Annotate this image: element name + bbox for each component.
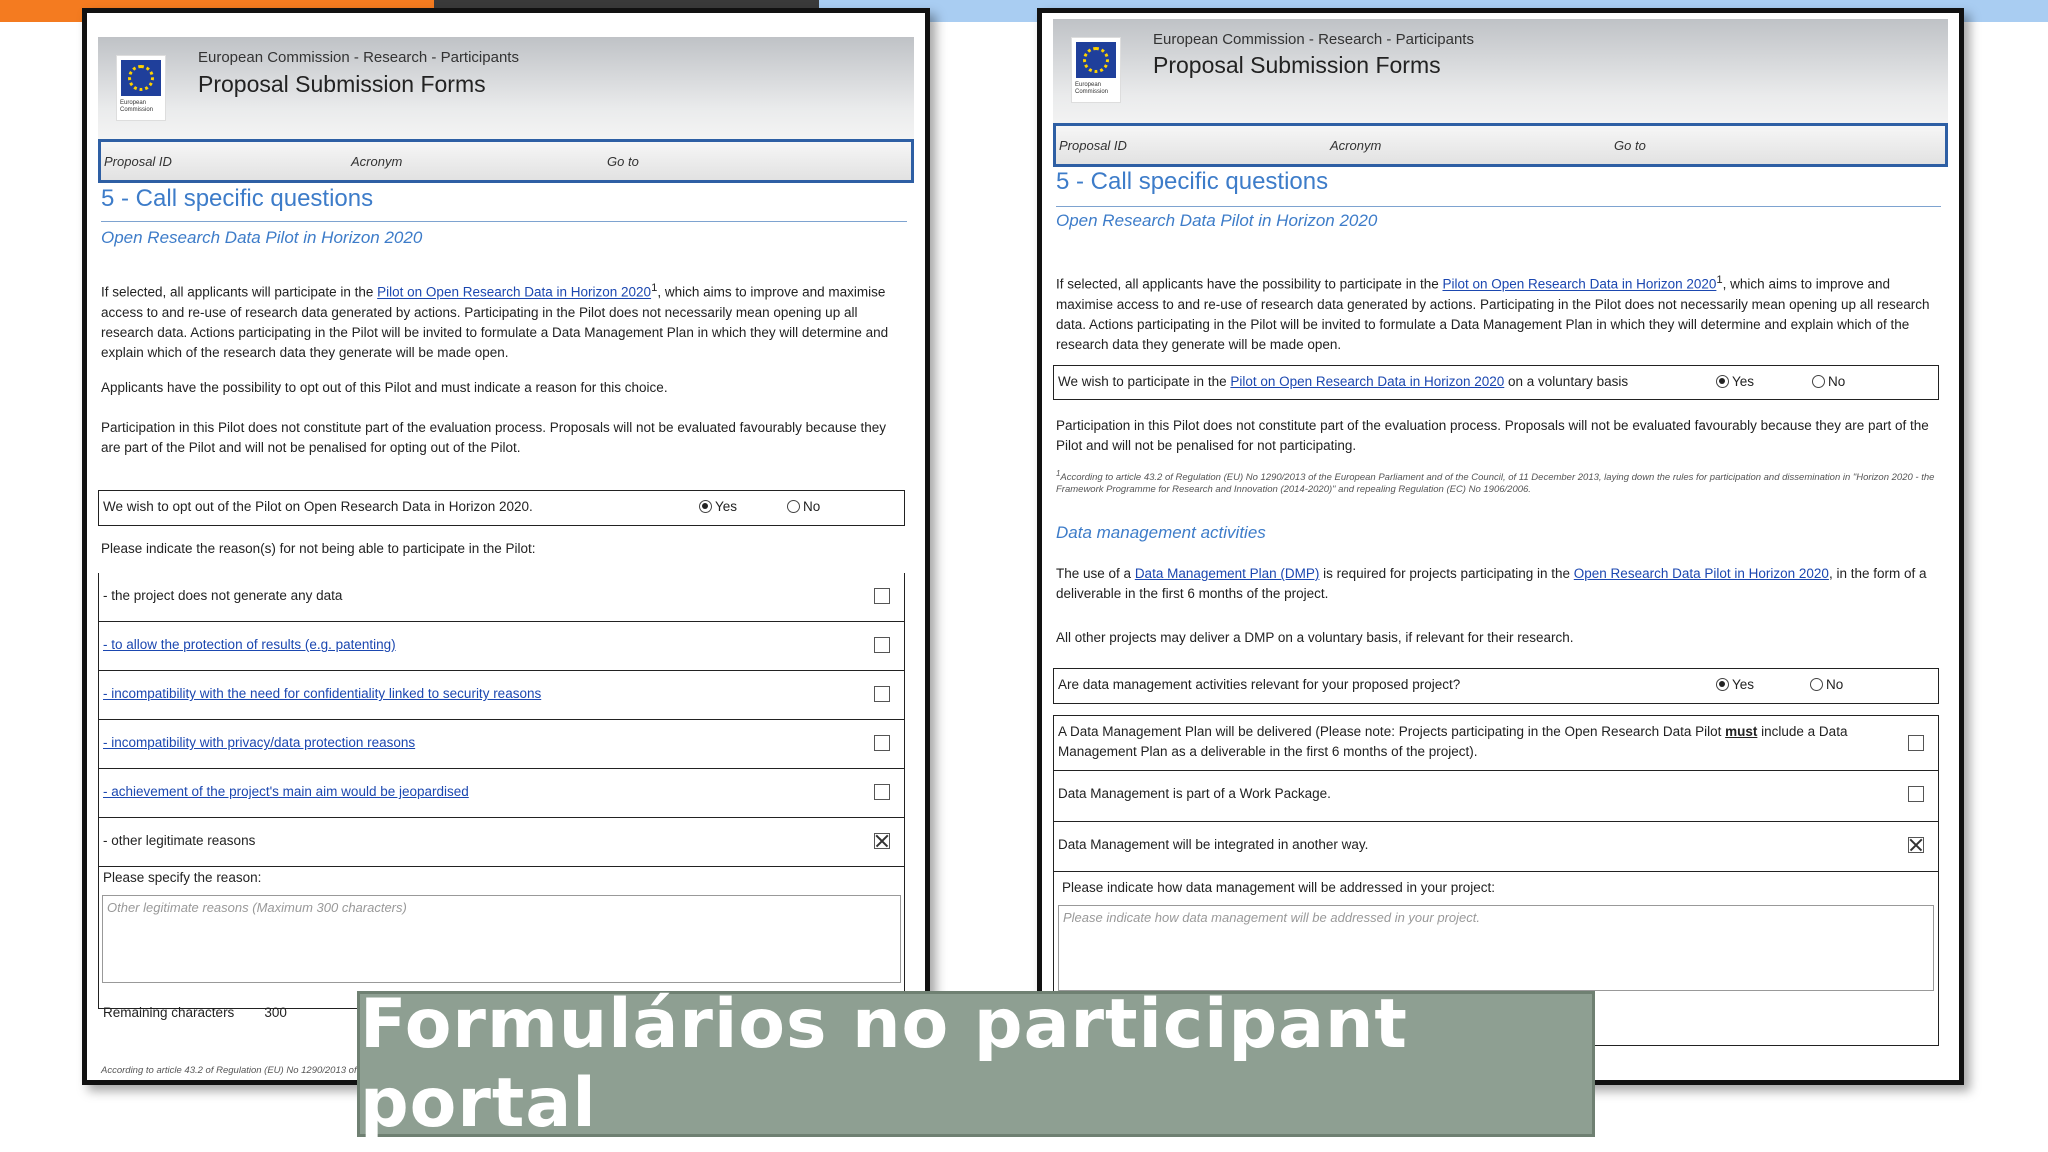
reason-textarea[interactable]: Other legitimate reasons (Maximum 300 ch… (102, 895, 901, 983)
form-page-right: European Commission European Commission … (1037, 8, 1964, 1085)
checkbox-icon[interactable] (1908, 735, 1924, 751)
section-divider (101, 221, 907, 222)
reason-label[interactable]: - to allow the protection of results (e.… (103, 637, 396, 652)
radio-selected-icon (699, 500, 712, 513)
goto-link[interactable]: Go to (1614, 138, 1646, 153)
radio-empty-icon (787, 500, 800, 513)
reason-label: - other legitimate reasons (103, 833, 256, 848)
participate-question: We wish to participate in the Pilot on O… (1058, 374, 1629, 389)
checkbox-icon[interactable] (874, 735, 890, 751)
reason-row[interactable]: - incompatibility with privacy/data prot… (98, 720, 905, 769)
checkbox-icon[interactable] (874, 588, 890, 604)
goto-link[interactable]: Go to (607, 154, 639, 169)
pilot-link[interactable]: Pilot on Open Research Data in Horizon 2… (1442, 277, 1716, 292)
dm-question: Are data management activities relevant … (1058, 677, 1461, 692)
header-title: Proposal Submission Forms (1153, 52, 1441, 78)
header-subtitle: European Commission - Research - Partici… (198, 49, 519, 66)
proposal-id-label: Proposal ID (1059, 138, 1127, 153)
pilot-link-2[interactable]: Pilot on Open Research Data in Horizon 2… (1230, 374, 1504, 389)
dm-paragraph: The use of a Data Management Plan (DMP) … (1056, 566, 1927, 601)
optout-question: We wish to opt out of the Pilot on Open … (103, 499, 533, 514)
reason-label[interactable]: - incompatibility with privacy/data prot… (103, 735, 415, 750)
section-subtitle: Open Research Data Pilot in Horizon 2020 (1056, 211, 1378, 230)
dm-option-work-package[interactable]: Data Management is part of a Work Packag… (1053, 771, 1939, 822)
caption-text: Formulários no participant portal (360, 985, 1408, 1143)
acronym-label: Acronym (1330, 138, 1382, 153)
radio-selected-icon (1716, 678, 1729, 691)
radio-yes[interactable]: Yes (1716, 374, 1754, 389)
radio-no[interactable]: No (1810, 677, 1843, 692)
logo-text: European Commission (1075, 82, 1109, 95)
dm-option-plan-label: A Data Management Plan will be delivered… (1058, 724, 1848, 759)
page-header: European Commission European Commission … (1053, 19, 1948, 129)
proposal-id-bar: Proposal ID Acronym Go to (1053, 123, 1948, 167)
radio-no[interactable]: No (787, 499, 820, 514)
checkbox-checked-icon[interactable] (1908, 837, 1924, 853)
evaluation-paragraph: Participation in this Pilot does not con… (1056, 418, 1929, 453)
radio-empty-icon (1812, 375, 1825, 388)
dm-title: Data management activities (1056, 523, 1266, 542)
intro-paragraph: If selected, all applicants have the pos… (1056, 274, 1930, 352)
dm-option-other-way[interactable]: Data Management will be integrated in an… (1053, 822, 1939, 872)
checkbox-icon[interactable] (874, 784, 890, 800)
radio-yes[interactable]: Yes (1716, 677, 1754, 692)
participate-question-box: We wish to participate in the Pilot on O… (1053, 365, 1939, 400)
specify-label: Please specify the reason: (103, 870, 262, 885)
section-title: 5 - Call specific questions (1056, 168, 1329, 195)
checkbox-icon[interactable] (1908, 786, 1924, 802)
dm-textarea[interactable]: Please indicate how data management will… (1058, 905, 1934, 991)
form-page-left: European Commission European Commission … (82, 8, 930, 1085)
section-divider (1056, 206, 1941, 207)
logo-text: European Commission (120, 100, 154, 113)
header-title: Proposal Submission Forms (198, 71, 486, 97)
radio-yes[interactable]: Yes (699, 499, 737, 514)
reason-label[interactable]: - incompatibility with the need for conf… (103, 686, 541, 701)
slide-caption-banner: Formulários no participant portal (357, 985, 1595, 1143)
radio-selected-icon (1716, 375, 1729, 388)
reason-label: - the project does not generate any data (103, 588, 343, 603)
reason-row[interactable]: - achievement of the project's main aim … (98, 769, 905, 818)
reason-row[interactable]: - to allow the protection of results (e.… (98, 622, 905, 671)
checkbox-icon[interactable] (874, 637, 890, 653)
eu-flag-icon (121, 60, 161, 96)
reason-row[interactable]: - the project does not generate any data (98, 573, 905, 622)
reason-row[interactable]: - other legitimate reasons (98, 818, 905, 867)
page-header: European Commission European Commission … (98, 37, 914, 140)
proposal-id-label: Proposal ID (104, 154, 172, 169)
indicate-label: Please indicate how data management will… (1062, 880, 1496, 895)
dmp-link[interactable]: Data Management Plan (DMP) (1135, 566, 1320, 581)
reasons-prompt: Please indicate the reason(s) for not be… (101, 541, 536, 556)
header-subtitle: European Commission - Research - Partici… (1153, 31, 1474, 48)
proposal-id-bar: Proposal ID Acronym Go to (98, 139, 914, 183)
radio-empty-icon (1810, 678, 1823, 691)
eu-flag-icon (1076, 42, 1116, 78)
dm-voluntary-paragraph: All other projects may deliver a DMP on … (1056, 630, 1574, 645)
optout-paragraph: Applicants have the possibility to opt o… (101, 380, 668, 395)
open-research-pilot-link[interactable]: Open Research Data Pilot in Horizon 2020 (1574, 566, 1829, 581)
dm-option-work-package-label: Data Management is part of a Work Packag… (1058, 786, 1331, 801)
acronym-label: Acronym (351, 154, 403, 169)
section-title: 5 - Call specific questions (101, 185, 374, 212)
optout-question-box: We wish to opt out of the Pilot on Open … (98, 490, 905, 526)
eu-logo: European Commission (116, 55, 166, 121)
checkbox-checked-icon[interactable] (874, 833, 890, 849)
footnote-right: 1According to article 43.2 of Regulation… (1056, 469, 1935, 496)
dm-option-other-way-label: Data Management will be integrated in an… (1058, 837, 1369, 852)
dm-option-plan[interactable]: A Data Management Plan will be delivered… (1053, 715, 1939, 771)
reason-row[interactable]: - incompatibility with the need for conf… (98, 671, 905, 720)
radio-no[interactable]: No (1812, 374, 1845, 389)
pilot-link[interactable]: Pilot on Open Research Data in Horizon 2… (377, 285, 651, 300)
dm-question-box: Are data management activities relevant … (1053, 668, 1939, 704)
reason-label[interactable]: - achievement of the project's main aim … (103, 784, 469, 799)
evaluation-paragraph: Participation in this Pilot does not con… (101, 420, 886, 455)
eu-logo: European Commission (1071, 37, 1121, 103)
section-subtitle: Open Research Data Pilot in Horizon 2020 (101, 228, 423, 247)
checkbox-icon[interactable] (874, 686, 890, 702)
intro-paragraph: If selected, all applicants will partici… (101, 282, 889, 360)
